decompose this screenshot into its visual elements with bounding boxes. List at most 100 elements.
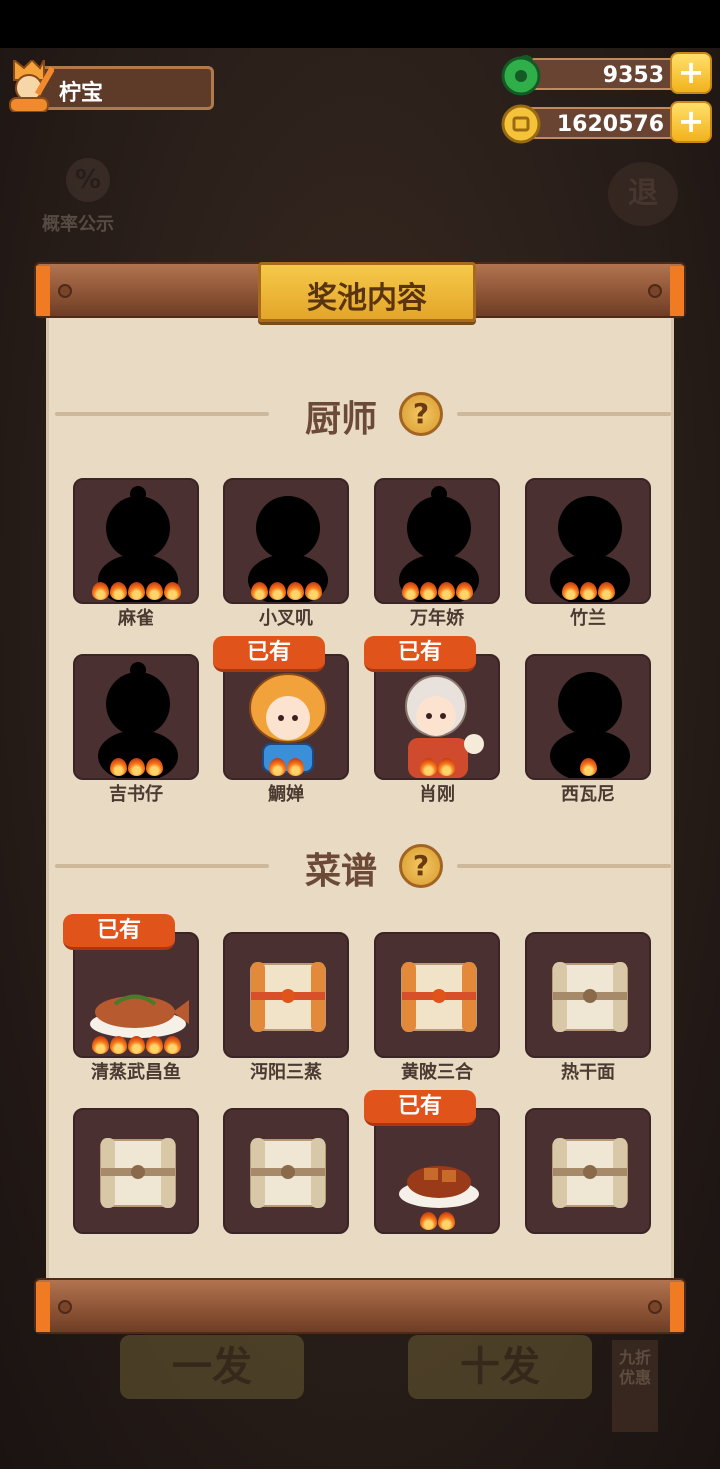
star-flames: [225, 758, 347, 776]
player-avatar-icon: [9, 60, 54, 112]
flame-icon: [268, 582, 286, 600]
flame-icon: [561, 582, 579, 600]
player-name: 柠宝: [59, 81, 104, 106]
owned-badge: 已有: [63, 914, 175, 950]
player-name-box: 柠宝: [34, 66, 214, 110]
recipe-section-header: 菜谱 ?: [49, 842, 671, 892]
recipes-card[interactable]: [223, 1108, 349, 1234]
single-draw-button[interactable]: 一发: [120, 1335, 304, 1399]
chefs-name: 西瓦尼: [561, 784, 615, 805]
flame-icon: [419, 1212, 437, 1230]
flame-icon: [109, 758, 127, 776]
owned-badge: 已有: [364, 1090, 476, 1126]
chefs-card[interactable]: [374, 654, 500, 780]
star-flames: [376, 582, 498, 600]
chef-help-button[interactable]: ?: [399, 392, 443, 436]
chefs-card[interactable]: [525, 654, 651, 780]
flame-icon: [127, 582, 145, 600]
chefs-card[interactable]: [73, 478, 199, 604]
probability-button[interactable]: % 概率公示: [42, 158, 132, 238]
jade-amount: 9353: [602, 63, 664, 88]
coin-amount: 1620576: [556, 112, 664, 137]
chefs-name: 万年娇: [410, 608, 464, 629]
star-flames: [75, 758, 197, 776]
flame-icon: [579, 582, 597, 600]
discount-tag: 九折优惠: [612, 1340, 658, 1432]
star-flames: [527, 758, 649, 776]
player-info[interactable]: 柠宝: [4, 58, 214, 114]
chef-section-header: 厨师 ?: [49, 390, 671, 440]
star-flames: [376, 1212, 498, 1230]
chefs-name: 麻雀: [118, 608, 154, 629]
chefs-name: 小叉叽: [259, 608, 313, 629]
flame-icon: [145, 758, 163, 776]
flame-icon: [286, 758, 304, 776]
star-flames: [376, 758, 498, 776]
chefs-card[interactable]: [223, 654, 349, 780]
ten-draw-button[interactable]: 十发: [408, 1335, 592, 1399]
exit-button[interactable]: 退: [608, 162, 678, 226]
add-coin-button[interactable]: +: [670, 101, 712, 143]
flame-icon: [437, 582, 455, 600]
flame-icon: [163, 582, 181, 600]
chefs-name: 鯛婵: [268, 784, 304, 805]
recipe-help-button[interactable]: ?: [399, 844, 443, 888]
recipe-section-title: 菜谱: [305, 851, 378, 892]
panel-title: 奖池内容: [307, 281, 427, 316]
recipes-card[interactable]: [525, 1108, 651, 1234]
scroll-bottom-rod: [34, 1278, 686, 1334]
chefs-name: 肖刚: [419, 784, 455, 805]
percent-icon: %: [66, 158, 110, 202]
star-flames: [75, 582, 197, 600]
recipes-card[interactable]: [525, 932, 651, 1058]
flame-icon: [145, 582, 163, 600]
chefs-card[interactable]: [73, 654, 199, 780]
flame-icon: [419, 758, 437, 776]
recipes-card[interactable]: [73, 1108, 199, 1234]
flame-icon: [91, 1036, 109, 1054]
flame-icon: [91, 582, 109, 600]
owned-badge: 已有: [213, 636, 325, 672]
recipes-card[interactable]: [73, 932, 199, 1058]
flame-icon: [145, 1036, 163, 1054]
status-bar: [0, 0, 720, 48]
recipes-card[interactable]: [374, 1108, 500, 1234]
chef-section-title: 厨师: [305, 399, 378, 440]
flame-icon: [109, 582, 127, 600]
chefs-card[interactable]: [223, 478, 349, 604]
jade-currency: 9353 +: [500, 52, 714, 96]
flame-icon: [437, 758, 455, 776]
chefs-name: 吉书仔: [109, 784, 163, 805]
jade-icon: [501, 54, 541, 96]
chefs-card[interactable]: [374, 478, 500, 604]
flame-icon: [109, 1036, 127, 1054]
flame-icon: [268, 758, 286, 776]
recipes-name: 热干面: [561, 1062, 615, 1083]
flame-icon: [419, 582, 437, 600]
coin-currency: 1620576 +: [500, 101, 714, 145]
prize-pool-panel: 厨师 ? 菜谱 ? 麻雀 小叉叽 万年娇 竹兰 吉书仔 鯛婵 已有 肖刚 已有 西瓦尼 清蒸武昌鱼已…: [46, 318, 674, 1282]
recipes-card[interactable]: [374, 932, 500, 1058]
recipes-name: 沔阳三蒸: [250, 1062, 322, 1083]
owned-badge: 已有: [364, 636, 476, 672]
flame-icon: [437, 1212, 455, 1230]
recipes-name: 黄陂三合: [401, 1062, 473, 1083]
star-flames: [225, 582, 347, 600]
flame-icon: [250, 582, 268, 600]
add-jade-button[interactable]: +: [670, 52, 712, 94]
coin-icon: [501, 104, 541, 144]
panel-title-plate: 奖池内容: [258, 262, 476, 322]
chefs-card[interactable]: [525, 478, 651, 604]
flame-icon: [455, 582, 473, 600]
probability-label: 概率公示: [42, 214, 114, 235]
flame-icon: [127, 758, 145, 776]
star-flames: [75, 1036, 197, 1054]
star-flames: [527, 582, 649, 600]
flame-icon: [286, 582, 304, 600]
flame-icon: [163, 1036, 181, 1054]
recipes-name: 清蒸武昌鱼: [91, 1062, 181, 1083]
chefs-name: 竹兰: [570, 608, 606, 629]
recipes-card[interactable]: [223, 932, 349, 1058]
flame-icon: [304, 582, 322, 600]
flame-icon: [127, 1036, 145, 1054]
